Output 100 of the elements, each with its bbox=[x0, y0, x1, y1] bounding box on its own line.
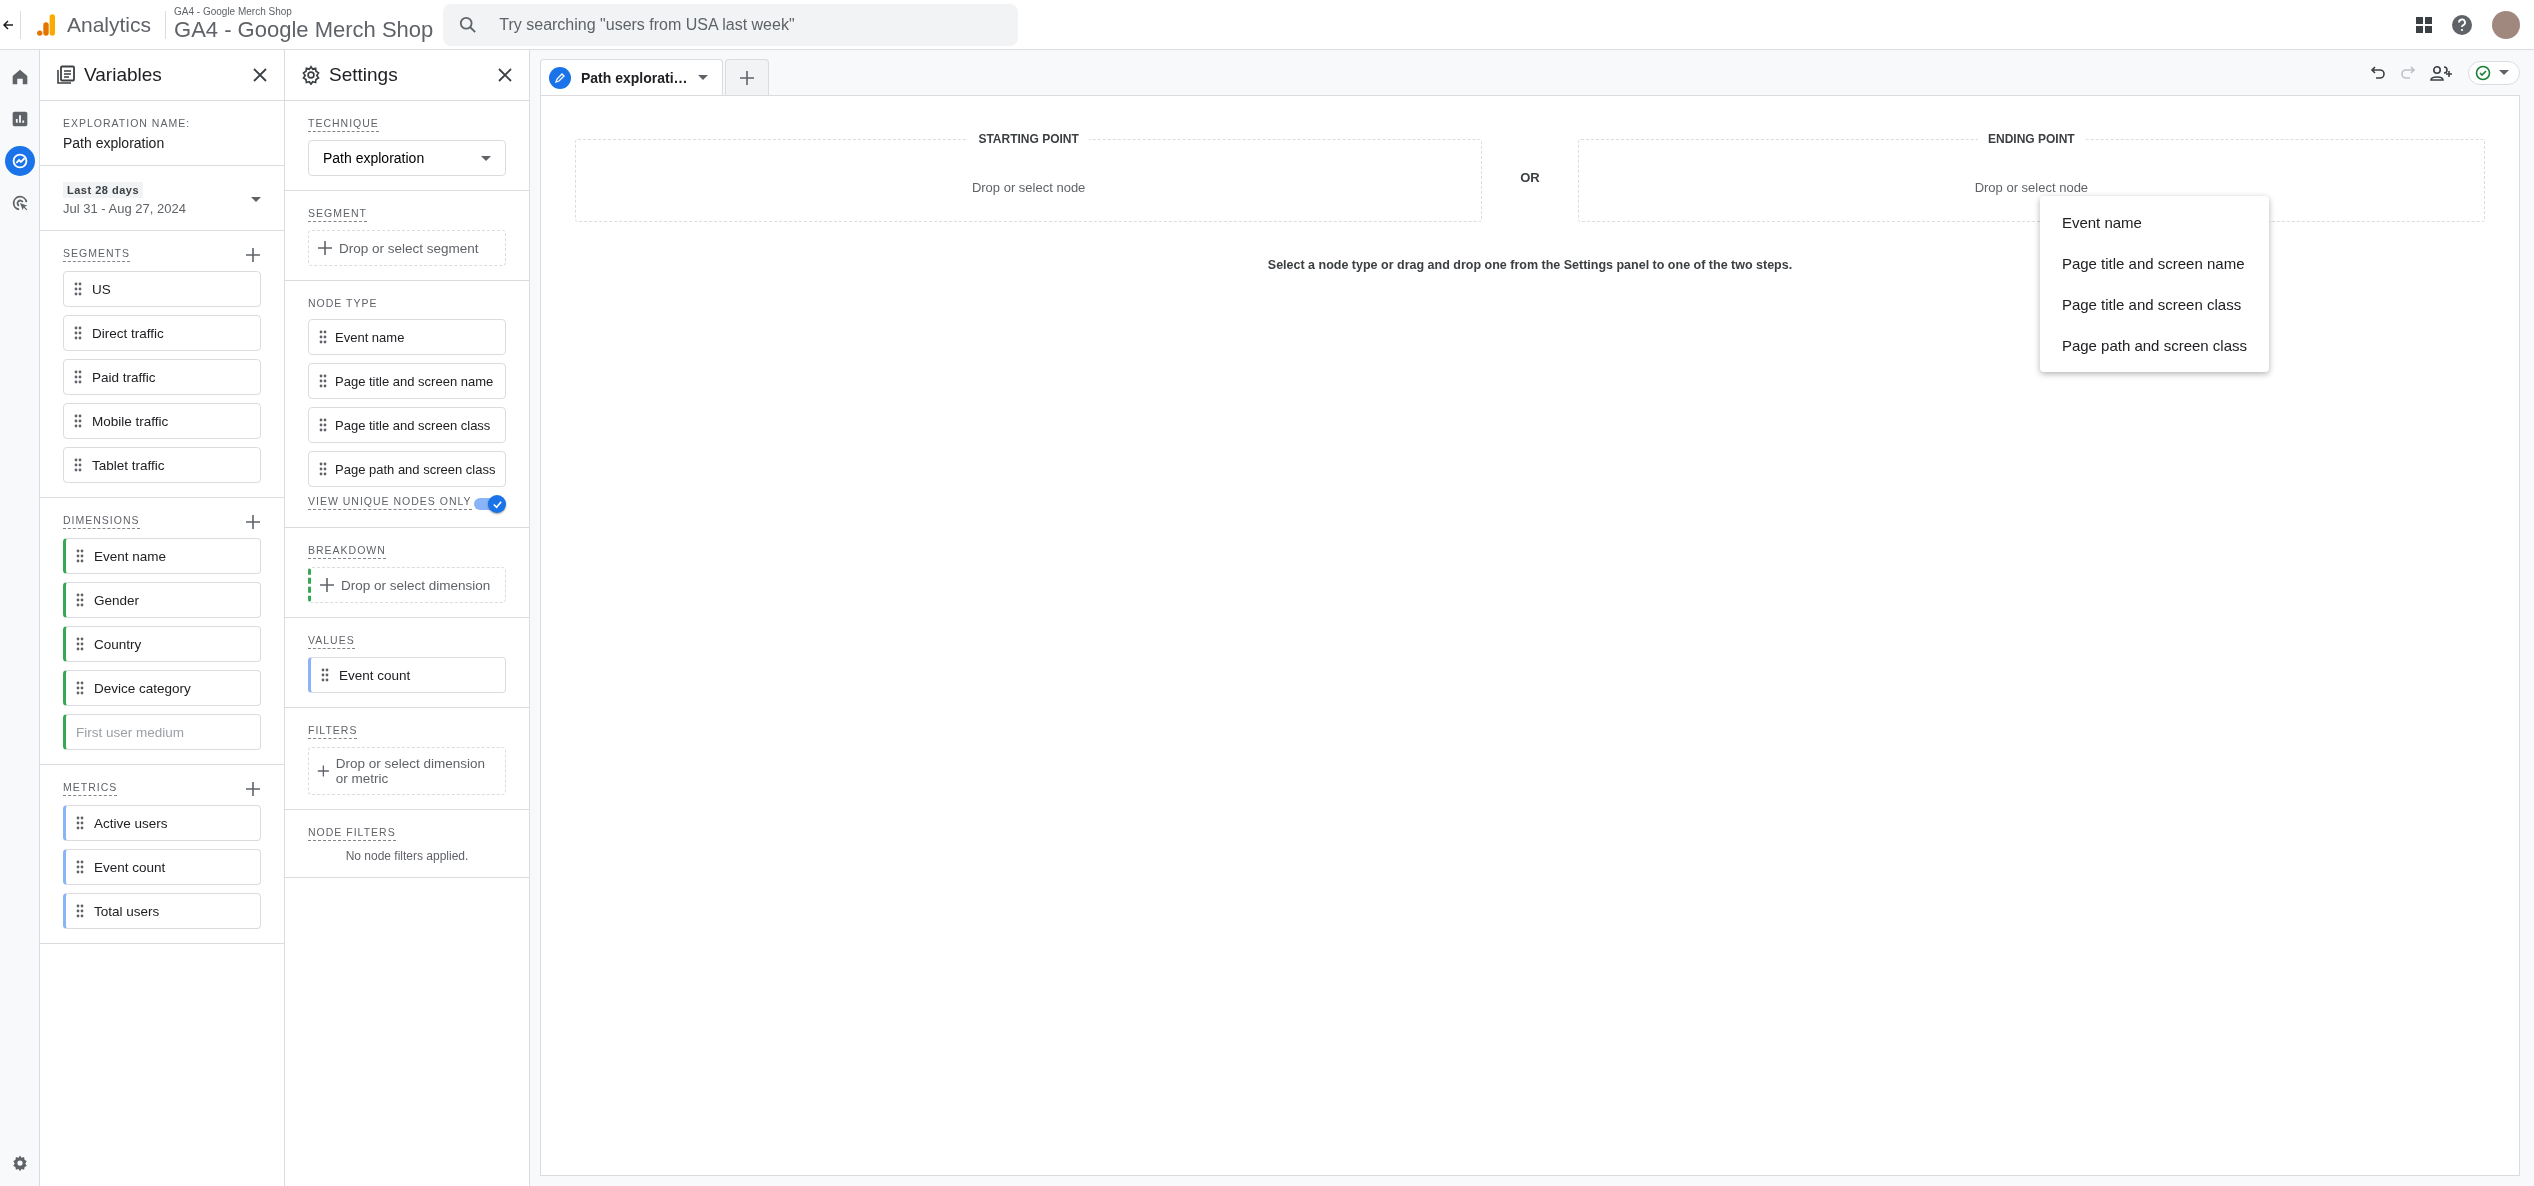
plus-icon[interactable] bbox=[317, 240, 333, 256]
date-range[interactable]: Jul 31 - Aug 27, 2024 bbox=[63, 201, 186, 216]
check-circle-icon bbox=[2475, 64, 2491, 81]
variable-chip[interactable]: US bbox=[63, 271, 261, 307]
variable-chip[interactable]: Event count bbox=[63, 849, 261, 885]
pencil-icon bbox=[549, 66, 571, 89]
avatar[interactable] bbox=[2492, 10, 2520, 39]
close-icon[interactable] bbox=[497, 67, 513, 83]
toggle-label: VIEW UNIQUE NODES ONLY bbox=[308, 495, 472, 510]
node-type-chip[interactable]: Page title and screen name bbox=[308, 363, 506, 399]
list-icon bbox=[56, 65, 76, 85]
drag-handle-icon bbox=[76, 637, 84, 651]
empty-message: No node filters applied. bbox=[344, 849, 470, 863]
technique-dropdown[interactable]: Path exploration bbox=[308, 140, 506, 176]
gear-icon bbox=[301, 65, 321, 85]
start-drop-zone[interactable]: STARTING POINT Drop or select node bbox=[575, 132, 1483, 222]
plus-icon[interactable] bbox=[319, 577, 335, 593]
section-label: METRICS bbox=[63, 781, 118, 796]
plus-icon[interactable] bbox=[317, 763, 330, 779]
apps-grid-icon[interactable] bbox=[2416, 16, 2432, 33]
step-prompt: Drop or select node bbox=[971, 179, 1086, 195]
panel-title: Settings bbox=[329, 64, 399, 86]
section-label: NODE FILTERS bbox=[308, 826, 396, 841]
drag-handle-icon bbox=[76, 904, 84, 918]
share-people-icon[interactable] bbox=[2430, 64, 2454, 81]
save-status-button[interactable] bbox=[2468, 60, 2520, 85]
drag-handle-icon bbox=[76, 549, 84, 563]
drag-handle-icon bbox=[319, 330, 327, 344]
drag-handle-icon bbox=[76, 816, 84, 830]
account-name[interactable]: GA4 - Google Merch Shop bbox=[174, 6, 434, 17]
breakdown-drop-zone[interactable]: Drop or select dimension bbox=[308, 567, 506, 603]
dropdown-caret-icon bbox=[697, 75, 708, 80]
exploration-name[interactable]: Path exploration bbox=[63, 135, 261, 151]
panel-title: Variables bbox=[84, 64, 163, 86]
drag-handle-icon bbox=[74, 282, 82, 296]
drag-handle-icon bbox=[74, 414, 82, 428]
variable-chip[interactable]: Direct traffic bbox=[63, 315, 261, 351]
variable-chip[interactable]: Gender bbox=[63, 582, 261, 618]
add-tab-button[interactable] bbox=[724, 59, 769, 95]
help-icon[interactable] bbox=[2452, 14, 2472, 35]
drag-handle-icon bbox=[76, 593, 84, 607]
add-icon[interactable] bbox=[245, 514, 261, 530]
search-icon bbox=[459, 15, 478, 34]
menu-item[interactable]: Page title and screen name bbox=[2039, 243, 2269, 284]
caret-icon bbox=[2499, 70, 2509, 75]
trend-chart-icon[interactable] bbox=[4, 146, 35, 176]
property-name[interactable]: GA4 - Google Merch Shop bbox=[174, 17, 434, 43]
section-label: SEGMENT bbox=[308, 207, 367, 222]
undo-icon[interactable] bbox=[2370, 64, 2386, 81]
variable-chip[interactable]: Tablet traffic bbox=[63, 447, 261, 483]
section-label: DIMENSIONS bbox=[63, 514, 140, 529]
search-field[interactable]: Try searching "users from USA last week" bbox=[443, 3, 1019, 46]
node-type-chip[interactable]: Event name bbox=[308, 319, 506, 355]
step-title: STARTING POINT bbox=[977, 132, 1080, 146]
close-icon[interactable] bbox=[252, 67, 268, 83]
variable-chip[interactable]: Device category bbox=[63, 670, 261, 706]
section-label: FILTERS bbox=[308, 724, 358, 739]
field-label: EXPLORATION NAME: bbox=[63, 117, 191, 131]
drag-handle-icon bbox=[74, 370, 82, 384]
dropdown-caret-icon bbox=[251, 196, 261, 202]
step-title: ENDING POINT bbox=[1987, 132, 2076, 146]
or-label: OR bbox=[1520, 169, 1540, 185]
plus-icon bbox=[738, 69, 755, 86]
variable-chip[interactable]: Total users bbox=[63, 893, 261, 929]
dropdown-caret-icon bbox=[481, 155, 491, 161]
drag-handle-icon bbox=[74, 326, 82, 340]
section-label: NODE TYPE bbox=[308, 297, 378, 311]
toggle-switch[interactable] bbox=[474, 495, 506, 513]
drag-handle-icon bbox=[76, 681, 84, 695]
menu-item[interactable]: Page title and screen class bbox=[2039, 284, 2269, 325]
variable-chip[interactable]: Country bbox=[63, 626, 261, 662]
drag-handle-icon bbox=[319, 462, 327, 476]
filter-drop-zone[interactable]: Drop or select dimension or metric bbox=[308, 747, 506, 795]
section-label: TECHNIQUE bbox=[308, 117, 379, 132]
variable-chip[interactable]: Mobile traffic bbox=[63, 403, 261, 439]
variable-chip[interactable]: Event name bbox=[63, 538, 261, 574]
logo-icon bbox=[37, 12, 55, 37]
drag-handle-icon bbox=[319, 374, 327, 388]
add-icon[interactable] bbox=[245, 247, 261, 263]
product-name: Analytics bbox=[67, 12, 152, 37]
segment-drop-zone[interactable]: Drop or select segment bbox=[308, 230, 506, 266]
menu-item[interactable]: Page path and screen class bbox=[2039, 325, 2269, 366]
drag-handle-icon bbox=[76, 860, 84, 874]
drag-handle-icon bbox=[319, 418, 327, 432]
value-chip[interactable]: Event count bbox=[308, 657, 506, 693]
exploration-tab[interactable]: Path explorati… bbox=[540, 59, 723, 95]
checkmark-icon bbox=[491, 498, 503, 510]
section-label: VALUES bbox=[308, 634, 355, 649]
back-arrow-icon[interactable] bbox=[2, 18, 14, 31]
drag-handle-icon bbox=[321, 668, 329, 682]
add-icon[interactable] bbox=[245, 781, 261, 797]
variable-chip[interactable]: Active users bbox=[63, 805, 261, 841]
drag-handle-icon bbox=[74, 458, 82, 472]
hint-text: Select a node type or drag and drop one from the Settings panel to one of the two steps. bbox=[1267, 258, 1793, 272]
date-preset: Last 28 days bbox=[63, 182, 144, 198]
settings-icon[interactable] bbox=[10, 1154, 29, 1172]
node-type-chip[interactable]: Page path and screen class bbox=[308, 451, 506, 487]
node-type-chip[interactable]: Page title and screen class bbox=[308, 407, 506, 443]
variable-chip[interactable]: Paid traffic bbox=[63, 359, 261, 395]
step-prompt: Drop or select node bbox=[1974, 179, 2089, 195]
